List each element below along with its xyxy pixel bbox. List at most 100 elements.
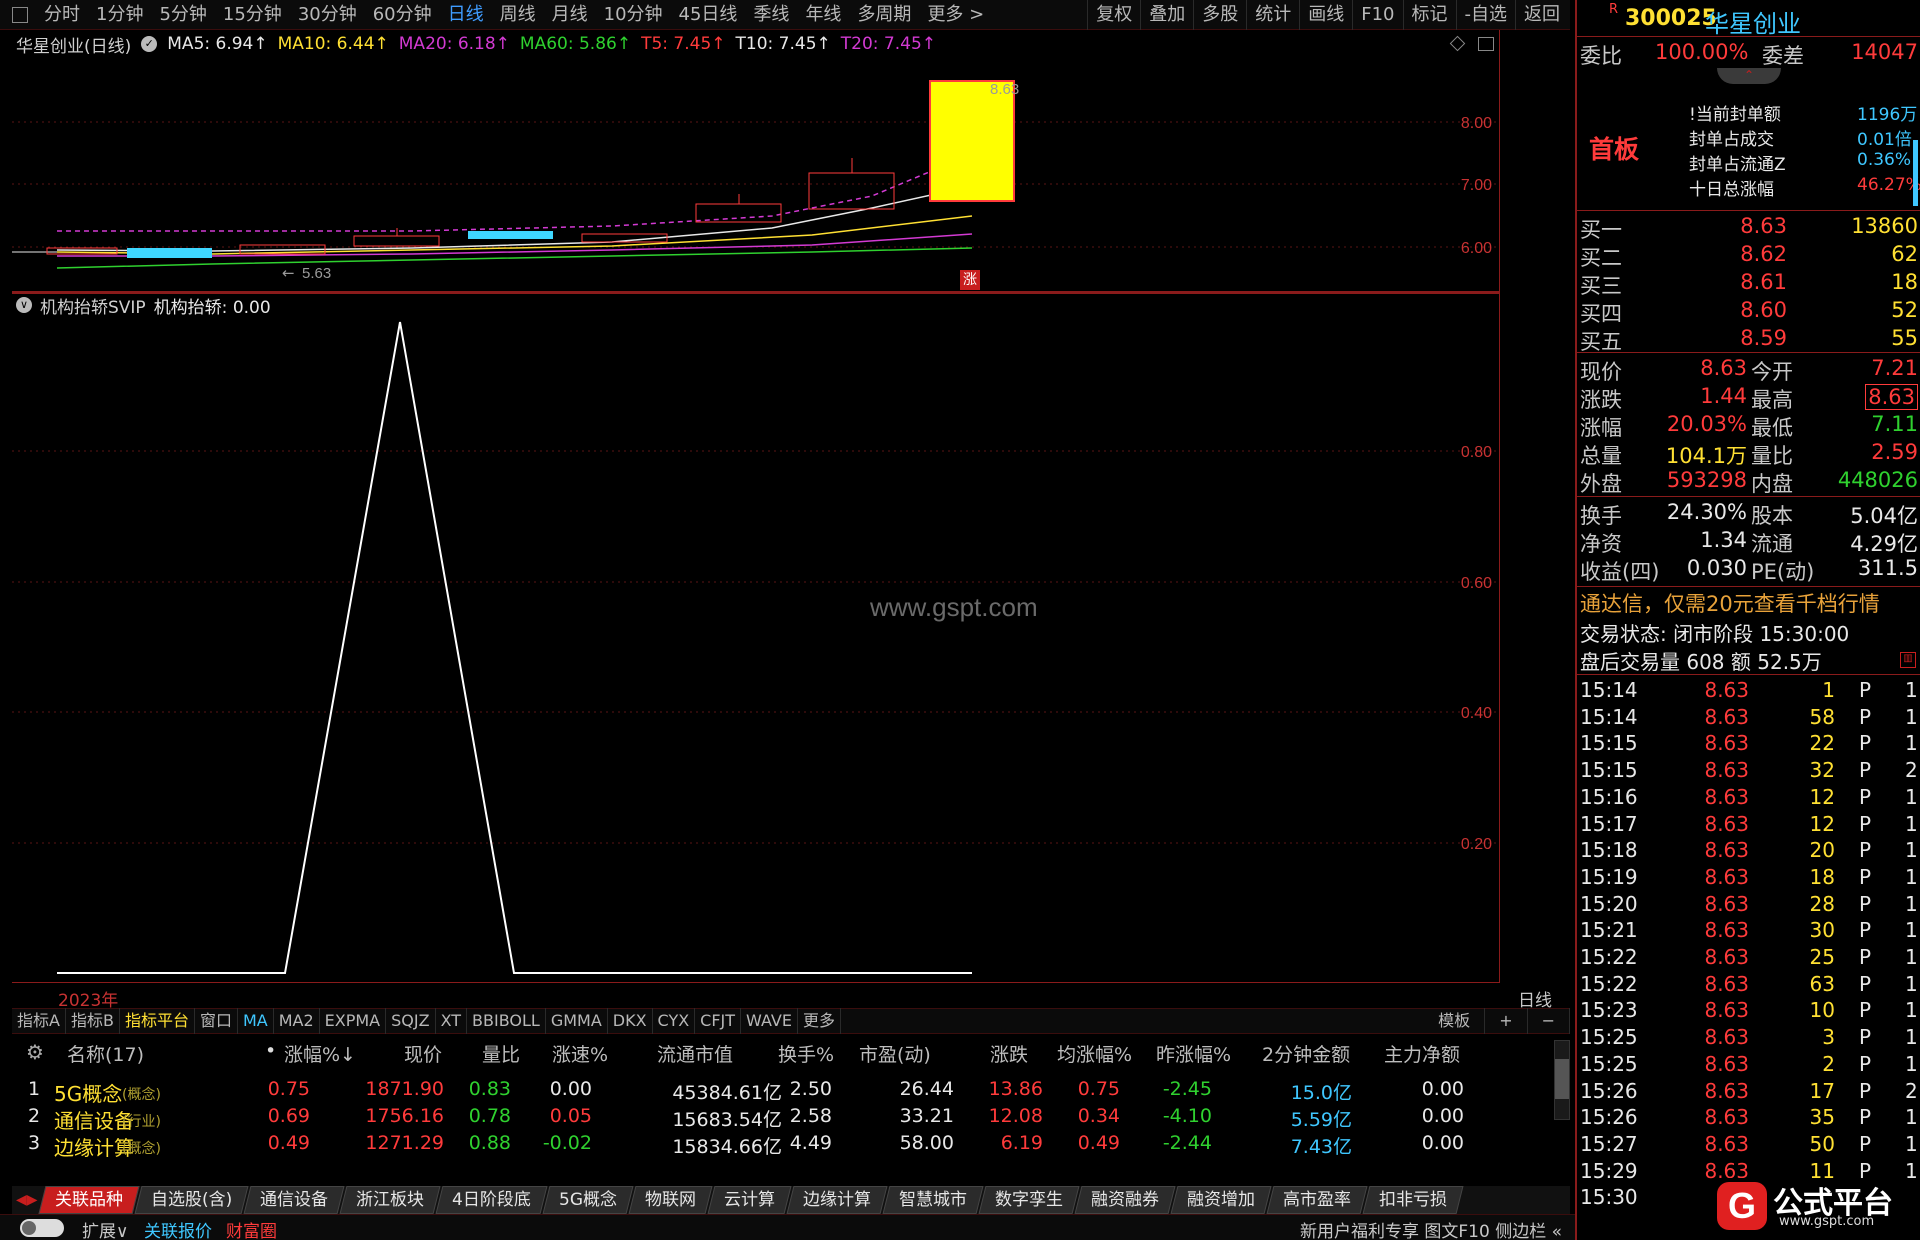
bottom-tab-12[interactable]: 融资增加: [1170, 1186, 1272, 1214]
cell-avg: 0.34: [1077, 1105, 1120, 1127]
tab-period-8[interactable]: 月线: [544, 0, 596, 30]
indicator-tab-11[interactable]: DKX: [608, 1008, 653, 1034]
collapse-handle-icon[interactable]: ⌃: [1717, 68, 1781, 84]
tab-period-10[interactable]: 45日线: [671, 0, 746, 30]
bottom-tab-3[interactable]: 浙江板块: [339, 1186, 441, 1214]
indicator-tab-4[interactable]: MA: [238, 1008, 274, 1034]
table-row[interactable]: 2 通信设备 (行业) 0.69 1756.16 0.78 0.05 15683.54亿 2.5…: [12, 1105, 1552, 1133]
tab-period-6[interactable]: 日线: [440, 0, 492, 30]
promo-text[interactable]: 新用户福利专享 图文F10 侧边栏 «: [1300, 1217, 1562, 1240]
tool-button-2[interactable]: 多股: [1193, 0, 1246, 30]
indicator-tab-7[interactable]: SQJZ: [386, 1008, 436, 1034]
tick-price: 8.63: [1704, 971, 1749, 996]
bottom-tab-7[interactable]: 云计算: [707, 1186, 792, 1214]
indicator-tab-12[interactable]: CYX: [653, 1008, 696, 1034]
tab-period-11[interactable]: 季线: [745, 0, 797, 30]
col-updown-header[interactable]: 涨跌: [990, 1040, 1028, 1067]
indicator-tab-0[interactable]: 指标A: [12, 1008, 66, 1034]
tab-period-1[interactable]: 1分钟: [88, 0, 151, 30]
indicator-tab-6[interactable]: EXPMA: [320, 1008, 387, 1034]
col-pe-header[interactable]: 市盈(动): [859, 1040, 931, 1067]
ad-banner[interactable]: 通达信，仅需20元查看千档行情: [1580, 588, 1880, 618]
bottom-tab-11[interactable]: 融资融券: [1074, 1186, 1176, 1214]
seal-label: 十日总涨幅: [1689, 180, 1774, 200]
tab-period-9[interactable]: 10分钟: [596, 0, 671, 30]
seal-value: 46.27%: [1857, 175, 1920, 195]
cell-avg: 0.49: [1077, 1132, 1120, 1154]
col-price-header[interactable]: 现价: [404, 1040, 442, 1067]
indicator-tab-9[interactable]: BBIBOLL: [467, 1008, 546, 1034]
related-quote-link[interactable]: 关联报价: [144, 1217, 212, 1240]
indicator-tab-1[interactable]: 指标B: [66, 1008, 120, 1034]
col-vr-header[interactable]: 量比: [482, 1040, 520, 1067]
col-prev-header[interactable]: 昨涨幅%: [1156, 1040, 1231, 1067]
indicator-tool-0[interactable]: 模板: [1424, 1008, 1486, 1034]
col-name-header[interactable]: 名称(17): [67, 1040, 144, 1067]
col-speed-header[interactable]: 涨速%: [552, 1040, 608, 1067]
tool-button-8[interactable]: 返回: [1515, 0, 1568, 30]
indicator-tab-14[interactable]: WAVE: [741, 1008, 798, 1034]
expand-button[interactable]: 扩展∨: [82, 1217, 128, 1240]
tick-time: 15:29: [1580, 1158, 1638, 1183]
tab-period-0[interactable]: 分时: [36, 0, 88, 30]
indicator-tab-15[interactable]: 更多: [798, 1008, 841, 1034]
tab-period-5[interactable]: 60分钟: [365, 0, 440, 30]
tab-period-7[interactable]: 周线: [492, 0, 544, 30]
tool-button-1[interactable]: 叠加: [1140, 0, 1193, 30]
bottom-tab-2[interactable]: 通信设备: [243, 1186, 345, 1214]
settings-gear-icon[interactable]: ⚙: [26, 1040, 44, 1064]
chart-mini-icon[interactable]: ▥: [1900, 652, 1916, 668]
bottom-tab-5[interactable]: 5G概念: [542, 1186, 634, 1214]
tab-period-12[interactable]: 年线: [797, 0, 849, 30]
col-turn-header[interactable]: 换手%: [778, 1040, 834, 1067]
col-main-header[interactable]: 主力净额: [1384, 1040, 1460, 1067]
stat2-value: 0.030: [1686, 556, 1747, 580]
bottom-tab-14[interactable]: 扣非亏损: [1362, 1186, 1464, 1214]
indicator-tab-10[interactable]: GMMA: [546, 1008, 608, 1034]
switch-toggle-icon[interactable]: [20, 1219, 64, 1237]
seal-scrollbar[interactable]: [1913, 140, 1918, 206]
tool-button-4[interactable]: 画线: [1299, 0, 1352, 30]
wealth-circle-link[interactable]: 财富圈: [226, 1217, 277, 1240]
indicator-tab-5[interactable]: MA2: [274, 1008, 320, 1034]
col-chg-header[interactable]: 涨幅%↓: [284, 1040, 356, 1067]
bottom-tab-1[interactable]: 自选股(含): [134, 1186, 249, 1214]
indicator-tool-1[interactable]: +: [1485, 1008, 1528, 1034]
logo-url: www.gspt.com: [1779, 1214, 1875, 1229]
col-mcap-header[interactable]: 流通市值: [657, 1040, 733, 1067]
indicator-tab-2[interactable]: 指标平台: [120, 1008, 195, 1034]
indicator-tool-2[interactable]: −: [1528, 1008, 1570, 1034]
tool-button-5[interactable]: F10: [1352, 0, 1402, 30]
bottom-tab-6[interactable]: 物联网: [628, 1186, 713, 1214]
indicator-tab-3[interactable]: 窗口: [195, 1008, 238, 1034]
bottom-tab-13[interactable]: 高市盈率: [1266, 1186, 1368, 1214]
table-scrollbar[interactable]: [1554, 1040, 1570, 1120]
col-avg-header[interactable]: 均涨幅%: [1057, 1040, 1132, 1067]
panel-toggle-icon[interactable]: [12, 7, 28, 23]
tick-price: 8.63: [1704, 1078, 1749, 1103]
indicator-tab-8[interactable]: XT: [436, 1008, 468, 1034]
r-icon: R: [1609, 2, 1619, 17]
tab-period-2[interactable]: 5分钟: [151, 0, 214, 30]
tool-button-3[interactable]: 统计: [1246, 0, 1299, 30]
col-amt2-header[interactable]: 2分钟金额: [1262, 1040, 1350, 1067]
prev-tab-icon[interactable]: ◀▶: [16, 1192, 38, 1208]
tick-volume: 22: [1809, 731, 1835, 756]
table-row[interactable]: 3 边缘计算 (概念) 0.49 1271.29 0.88 -0.02 15834.66亿 4.…: [12, 1132, 1552, 1160]
stat2-value-2: 5.04亿: [1850, 504, 1918, 528]
tool-button-7[interactable]: -自选: [1455, 0, 1516, 30]
indicator-tab-13[interactable]: CFJT: [695, 1008, 742, 1034]
bottom-tab-10[interactable]: 数字孪生: [978, 1186, 1080, 1214]
bottom-tab-9[interactable]: 智慧城市: [882, 1186, 984, 1214]
tab-period-3[interactable]: 15分钟: [215, 0, 290, 30]
tick-time: 15:14: [1580, 704, 1638, 729]
tool-button-0[interactable]: 复权: [1087, 0, 1140, 30]
tool-button-6[interactable]: 标记: [1402, 0, 1456, 30]
tab-period-4[interactable]: 30分钟: [290, 0, 365, 30]
bottom-tab-0[interactable]: 关联品种: [38, 1186, 140, 1214]
tab-period-13[interactable]: 多周期: [849, 0, 919, 30]
bottom-tab-8[interactable]: 边缘计算: [786, 1186, 888, 1214]
bottom-tab-4[interactable]: 4日阶段底: [435, 1186, 548, 1214]
table-row[interactable]: 1 5G概念 (概念) 0.75 1871.90 0.83 0.00 45384.61亿 2.5…: [12, 1078, 1552, 1106]
tab-period-14[interactable]: 更多 >: [919, 0, 992, 30]
